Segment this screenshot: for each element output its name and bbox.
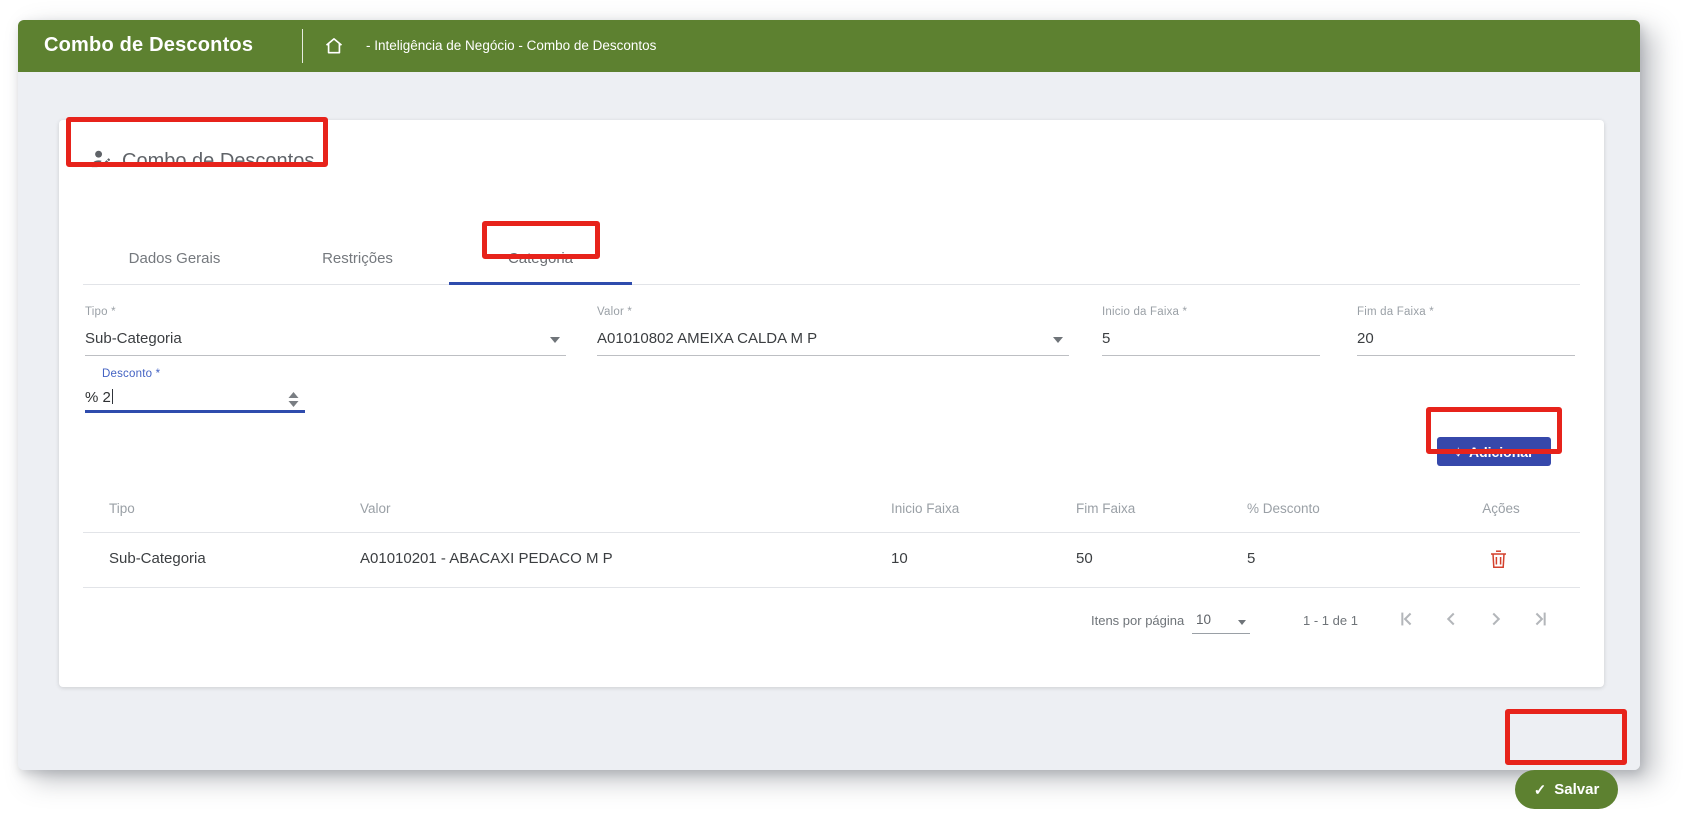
salvar-button[interactable]: ✓ Salvar bbox=[1515, 770, 1618, 809]
desconto-label: Desconto * bbox=[102, 368, 160, 380]
cell-desconto: 5 bbox=[1247, 550, 1255, 567]
previous-page-icon[interactable] bbox=[1436, 605, 1466, 635]
focused-field-underline bbox=[85, 410, 305, 413]
inicio-label: Inicio da Faixa * bbox=[1102, 306, 1187, 318]
col-desconto: % Desconto bbox=[1247, 501, 1320, 516]
number-stepper-icon[interactable] bbox=[288, 392, 299, 407]
paginator: Itens por página 10 1 - 1 de 1 bbox=[83, 588, 1580, 648]
col-acoes: Ações bbox=[1449, 501, 1553, 516]
desconto-input[interactable]: Desconto * % 2 bbox=[85, 368, 305, 412]
card-title-row: Combo de Descontos bbox=[89, 147, 314, 176]
fim-label: Fim da Faixa * bbox=[1357, 306, 1434, 318]
adicionar-button[interactable]: ↓ Adicionar bbox=[1437, 437, 1551, 466]
tipo-select[interactable]: Tipo * Sub-Categoria bbox=[85, 306, 566, 356]
page: Combo de Descontos - Inteligência de Neg… bbox=[0, 0, 1688, 817]
home-icon[interactable] bbox=[324, 36, 344, 56]
person-edit-icon bbox=[89, 147, 112, 176]
app-header: Combo de Descontos - Inteligência de Neg… bbox=[18, 20, 1640, 72]
arrow-down-icon: ↓ bbox=[1454, 443, 1462, 460]
cell-valor: A01010201 - ABACAXI PEDACO M P bbox=[360, 550, 613, 567]
field-underline bbox=[597, 355, 1069, 356]
valor-value: A01010802 AMEIXA CALDA M P bbox=[597, 330, 817, 347]
col-tipo: Tipo bbox=[109, 501, 135, 516]
items-per-page-label: Itens por página bbox=[1091, 613, 1184, 628]
salvar-label: Salvar bbox=[1554, 781, 1599, 798]
page-range-label: 1 - 1 de 1 bbox=[1303, 613, 1358, 628]
table-header-row: Tipo Valor Inicio Faixa Fim Faixa % Desc… bbox=[83, 488, 1580, 533]
col-fim-faixa: Fim Faixa bbox=[1076, 501, 1135, 516]
chevron-down-icon bbox=[550, 337, 560, 343]
app-title: Combo de Descontos bbox=[44, 34, 253, 57]
next-page-icon[interactable] bbox=[1481, 605, 1511, 635]
col-inicio-faixa: Inicio Faixa bbox=[891, 501, 959, 516]
cell-fim: 50 bbox=[1076, 550, 1093, 567]
inicio-value: 5 bbox=[1102, 330, 1110, 347]
adicionar-label: Adicionar bbox=[1469, 444, 1534, 460]
chevron-down-icon bbox=[1053, 337, 1063, 343]
table-row: Sub-Categoria A01010201 - ABACAXI PEDACO… bbox=[83, 533, 1580, 588]
col-valor: Valor bbox=[360, 501, 391, 516]
check-icon: ✓ bbox=[1534, 781, 1547, 799]
valor-label: Valor * bbox=[597, 306, 632, 318]
active-tab-indicator bbox=[449, 282, 632, 285]
field-underline bbox=[1357, 355, 1575, 356]
last-page-icon[interactable] bbox=[1526, 605, 1556, 635]
text-cursor bbox=[112, 389, 114, 404]
valor-select[interactable]: Valor * A01010802 AMEIXA CALDA M P bbox=[597, 306, 1069, 356]
form-card: Combo de Descontos Dados Gerais Restriçõ… bbox=[59, 120, 1604, 687]
chevron-down-icon bbox=[1238, 620, 1246, 625]
fim-da-faixa-input[interactable]: Fim da Faixa * 20 bbox=[1357, 306, 1575, 356]
field-underline bbox=[1102, 355, 1320, 356]
cell-inicio: 10 bbox=[891, 550, 908, 567]
tab-bar: Dados Gerais Restrições Categoria bbox=[83, 232, 1580, 285]
header-divider bbox=[302, 29, 303, 63]
tipo-value: Sub-Categoria bbox=[85, 330, 182, 347]
inicio-da-faixa-input[interactable]: Inicio da Faixa * 5 bbox=[1102, 306, 1320, 356]
app-window: Combo de Descontos - Inteligência de Neg… bbox=[18, 20, 1640, 770]
trash-icon[interactable] bbox=[1485, 549, 1511, 573]
fim-value: 20 bbox=[1357, 330, 1374, 347]
page-size-value: 10 bbox=[1196, 612, 1211, 627]
desconto-value: % 2 bbox=[85, 389, 113, 406]
card-title: Combo de Descontos bbox=[122, 150, 314, 173]
tipo-label: Tipo * bbox=[85, 306, 116, 318]
content-area: Combo de Descontos Dados Gerais Restriçõ… bbox=[18, 72, 1640, 770]
breadcrumb: - Inteligência de Negócio - Combo de Des… bbox=[366, 38, 656, 53]
tab-categoria[interactable]: Categoria bbox=[449, 232, 632, 284]
first-page-icon[interactable] bbox=[1391, 605, 1421, 635]
cell-tipo: Sub-Categoria bbox=[109, 550, 206, 567]
page-size-select[interactable]: 10 bbox=[1192, 608, 1250, 634]
tab-restricoes[interactable]: Restrições bbox=[266, 232, 449, 284]
tab-dados-gerais[interactable]: Dados Gerais bbox=[83, 232, 266, 284]
field-underline bbox=[85, 355, 566, 356]
